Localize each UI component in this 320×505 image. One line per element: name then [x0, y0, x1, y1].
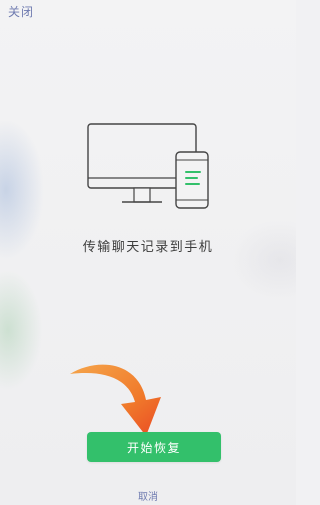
- close-button[interactable]: 关闭: [8, 3, 34, 20]
- phone-icon: [175, 151, 209, 209]
- transfer-illustration: [86, 122, 214, 218]
- transfer-caption: 传输聊天记录到手机: [82, 240, 214, 255]
- cancel-button[interactable]: 取消: [0, 488, 296, 503]
- start-restore-button[interactable]: 开始恢复: [87, 432, 221, 462]
